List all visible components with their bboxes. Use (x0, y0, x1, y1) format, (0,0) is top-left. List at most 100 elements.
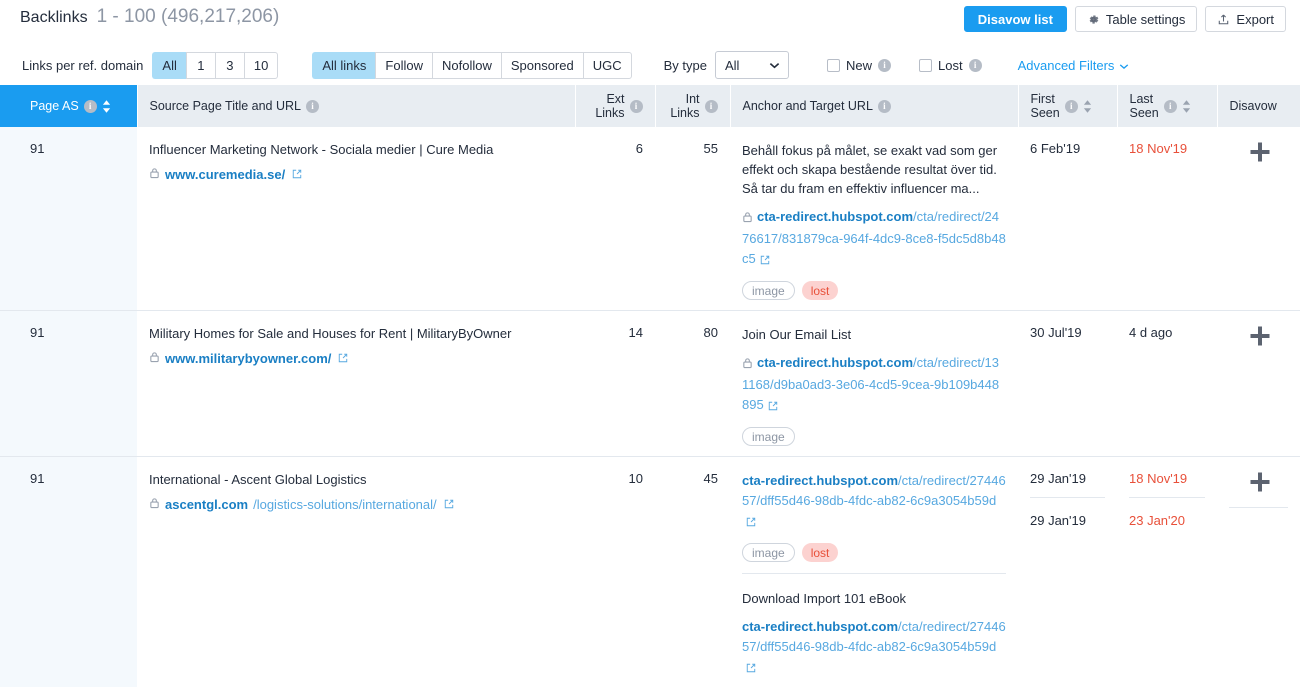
info-icon[interactable]: i (968, 58, 982, 72)
anchor-entry: cta-redirect.hubspot.com/cta/redirect/27… (742, 471, 1006, 562)
column-header-last-seen[interactable]: Last Seen i (1117, 85, 1218, 127)
disavow-entry (1229, 471, 1288, 496)
link-type-sponsored[interactable]: Sponsored (500, 51, 583, 79)
target-url-domain[interactable]: cta-redirect.hubspot.com (742, 473, 898, 488)
external-link-icon[interactable] (292, 167, 302, 182)
column-header-source: Source Page Title and URL i (137, 85, 576, 127)
disavow-button[interactable] (1229, 141, 1288, 166)
links-per-domain-10[interactable]: 10 (243, 51, 279, 79)
links-per-domain-1[interactable]: 1 (185, 51, 215, 79)
last-seen-entry: 18 Nov'19 (1129, 471, 1205, 486)
external-link-icon[interactable] (746, 659, 756, 679)
table-row: 91 Influencer Marketing Network - Sociala… (0, 127, 1300, 311)
cell-int-links: 45 (655, 456, 730, 687)
source-page-url[interactable]: www.militarybyowner.com/ (149, 351, 563, 366)
by-type-select[interactable]: All (714, 51, 789, 79)
last-seen-entry: 18 Nov'19 (1129, 141, 1205, 156)
column-header-disavow: Disavow (1217, 85, 1300, 127)
link-type-nofollow[interactable]: Nofollow (431, 51, 501, 79)
source-page-url[interactable]: ascentgl.com/logistics-solutions/interna… (149, 497, 563, 512)
ext-links-label-2: Links (595, 106, 625, 120)
external-link-icon[interactable] (338, 351, 348, 366)
int-links-value: 80 (703, 325, 718, 340)
info-icon[interactable]: i (305, 99, 319, 113)
source-url-domain[interactable]: www.curemedia.se/ (165, 167, 285, 182)
column-header-page-as[interactable]: Page AS i (0, 85, 138, 127)
cell-first-seen: 29 Jan'19 29 Jan'19 (1018, 456, 1117, 687)
external-link-icon[interactable] (768, 397, 778, 417)
source-url-domain[interactable]: ascentgl.com (165, 497, 248, 512)
ext-links-value: 6 (635, 141, 643, 156)
table-body: 91 Influencer Marketing Network - Sociala… (0, 127, 1300, 687)
page-as-value: 91 (30, 325, 45, 340)
source-url-path[interactable]: /logistics-solutions/international/ (253, 497, 437, 512)
info-icon[interactable]: i (704, 99, 718, 113)
disavow-add-icon[interactable] (1249, 325, 1271, 350)
cell-page-as: 91 (0, 310, 137, 457)
target-url[interactable]: cta-redirect.hubspot.com/cta/redirect/27… (742, 617, 1006, 679)
new-checkbox[interactable] (826, 58, 840, 72)
sort-icon[interactable] (102, 99, 111, 113)
tag-lost: lost (801, 543, 839, 562)
disavow-list-button[interactable]: Disavow list (963, 6, 1067, 32)
info-icon[interactable]: i (83, 99, 97, 113)
target-url-domain[interactable]: cta-redirect.hubspot.com (742, 619, 898, 634)
info-icon[interactable]: i (629, 99, 643, 113)
disavow-entry (1229, 507, 1288, 543)
filter-new[interactable]: New i (826, 58, 891, 73)
disavow-add-icon[interactable] (1249, 141, 1271, 166)
disavow-button[interactable] (1229, 325, 1288, 350)
sort-icon[interactable] (1182, 99, 1191, 113)
info-icon[interactable]: i (1163, 99, 1177, 113)
ext-links-label-1: Ext (606, 92, 625, 106)
export-button[interactable]: Export (1205, 6, 1286, 32)
lock-icon (149, 351, 160, 366)
by-type-value: All (724, 57, 740, 73)
column-header-first-seen[interactable]: First Seen i (1018, 85, 1118, 127)
first-seen-entry: 29 Jan'19 (1030, 471, 1105, 486)
first-seen-label-2: Seen (1030, 106, 1060, 120)
anchor-text: Behåll fokus på målet, se exakt vad som … (742, 143, 998, 196)
target-url-domain[interactable]: cta-redirect.hubspot.com (757, 355, 913, 370)
external-link-icon[interactable] (444, 497, 454, 512)
links-per-domain-all[interactable]: All (152, 51, 186, 79)
target-url-domain[interactable]: cta-redirect.hubspot.com (757, 209, 913, 224)
sort-icon[interactable] (1083, 99, 1092, 113)
source-page-url[interactable]: www.curemedia.se/ (149, 167, 563, 182)
table-row: 91 International - Ascent Global Logistic… (0, 456, 1300, 687)
link-type-follow[interactable]: Follow (375, 51, 432, 79)
source-url-domain[interactable]: www.militarybyowner.com/ (165, 351, 331, 366)
table-settings-label: Table settings (1105, 11, 1186, 27)
advanced-filters-toggle[interactable]: Advanced Filters (1018, 58, 1130, 73)
external-link-icon[interactable] (746, 513, 756, 533)
page-as-value: 91 (30, 471, 45, 486)
column-header-int-links: Int Links i (655, 85, 731, 127)
disavow-button[interactable] (1229, 471, 1288, 496)
link-type-ugc[interactable]: UGC (582, 51, 632, 79)
info-icon[interactable]: i (877, 99, 891, 113)
lost-checkbox[interactable] (919, 58, 932, 72)
cell-int-links: 80 (655, 310, 730, 457)
info-icon[interactable]: i (878, 58, 891, 72)
lock-icon (742, 209, 753, 229)
first-seen-date: 30 Jul'19 (1030, 325, 1082, 340)
link-type-all-links[interactable]: All links (312, 51, 376, 79)
disavow-add-icon[interactable] (1249, 471, 1271, 496)
lost-label: Lost (938, 57, 963, 73)
info-icon[interactable]: i (1064, 99, 1078, 113)
page-title-text: Backlinks (20, 9, 88, 26)
target-url[interactable]: cta-redirect.hubspot.com/cta/redirect/13… (742, 353, 1006, 417)
target-url[interactable]: cta-redirect.hubspot.com/cta/redirect/27… (742, 471, 1006, 533)
external-link-icon[interactable] (760, 251, 770, 271)
filter-lost[interactable]: Lost i (919, 58, 982, 73)
cell-disavow (1217, 456, 1300, 687)
links-per-domain-label: Links per ref. domain (22, 57, 144, 73)
first-seen-date: 29 Jan'19 (1030, 513, 1086, 528)
links-per-domain-3[interactable]: 3 (214, 51, 244, 79)
ext-links-value: 14 (628, 325, 643, 340)
lock-icon (149, 167, 160, 182)
table-settings-button[interactable]: Table settings (1074, 6, 1198, 32)
by-type-label: By type (663, 57, 707, 73)
page-as-label: Page AS (30, 99, 79, 113)
target-url[interactable]: cta-redirect.hubspot.com/cta/redirect/24… (742, 207, 1006, 271)
